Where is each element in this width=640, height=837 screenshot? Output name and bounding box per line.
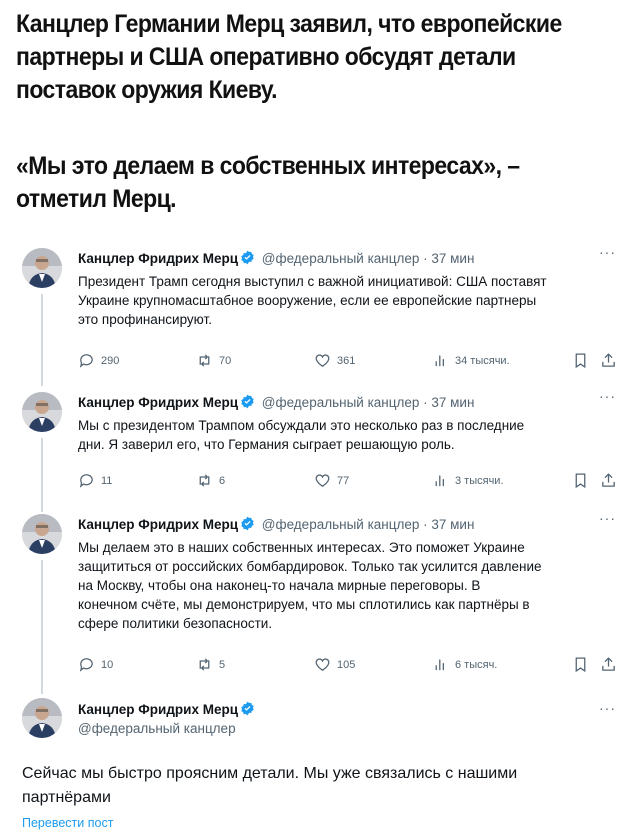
more-options-icon[interactable]: ··· [599,388,616,404]
like-button[interactable]: 77 [314,472,349,489]
headline-quote: «Мы это делаем в собственных интересах»,… [16,152,520,213]
share-icon [602,353,615,367]
retweet-button[interactable]: 70 [196,352,231,369]
verified-badge-icon [241,516,254,531]
retweet-button[interactable]: 5 [196,656,225,673]
avatar[interactable] [22,248,62,288]
bookmark-button[interactable] [572,656,589,673]
avatar[interactable] [22,392,62,432]
like-button[interactable]: 105 [314,656,355,673]
author-name[interactable]: Канцлер Фридрих Мерц [78,517,238,532]
tweet-meta: @федеральный канцлер · 37 мин [261,395,475,410]
retweet-count: 5 [219,658,226,671]
more-options-icon[interactable]: ··· [599,510,616,526]
author-name[interactable]: Канцлер Фридрих Мерц [78,251,238,266]
tweet-actions: 10 5 105 6 тысяч. [78,656,618,676]
bookmark-button[interactable] [572,472,589,489]
share-button[interactable] [600,472,617,489]
tweet-actions: 290 70 361 34 тысячи. [78,352,618,372]
author-name[interactable]: Канцлер Фридрих Мерц [78,702,238,717]
tweet-meta: @федеральный канцлер · 37 мин [261,251,475,266]
bookmark-icon [575,353,586,369]
thread-line [41,294,43,386]
views-button[interactable]: 34 тысячи. [432,352,510,369]
heart-icon [315,658,330,671]
main-tweet[interactable]: Канцлер Фридрих Мерц @федеральный канцле… [22,698,622,833]
retweet-icon [199,354,210,367]
avatar[interactable] [22,698,62,738]
reply-button[interactable]: 10 [78,656,113,673]
translate-post-link[interactable]: Перевести пост [22,816,113,830]
reply-button[interactable]: 11 [78,472,112,489]
tweet-text: Президент Трамп сегодня выступил с важно… [78,274,547,327]
views-chart-icon [435,475,444,487]
retweet-count: 70 [219,354,232,367]
retweet-icon [199,658,210,671]
reply-count: 11 [101,474,113,487]
reply-count: 10 [101,658,114,671]
tweet-text: Сейчас мы быстро проясним детали. Мы уже… [22,765,518,806]
avatar[interactable] [22,514,62,554]
reply-icon [79,354,93,368]
reply-count: 290 [101,354,120,367]
reply-icon [79,474,93,488]
share-button[interactable] [600,656,617,673]
retweet-icon [199,474,210,487]
reply-icon [79,658,93,672]
like-count: 361 [337,354,356,367]
tweet-text: Мы с президентом Трампом обсуждали это н… [78,418,525,452]
bookmark-icon [575,657,586,673]
tweet-2[interactable]: Канцлер Фридрих Мерц @федеральный канцле… [22,388,622,512]
views-count: 3 тысячи. [455,474,504,487]
heart-icon [315,474,330,487]
views-chart-icon [435,355,444,367]
author-handle[interactable]: @федеральный канцлер [78,721,236,736]
verified-badge-icon [241,701,254,716]
views-button[interactable]: 6 тысяч. [432,656,497,673]
tweet-1[interactable]: Канцлер Фридрих Мерц @федеральный канцле… [22,244,622,386]
tweet-text: Мы делаем это в наших собственных интере… [78,540,542,631]
share-button[interactable] [600,352,617,369]
like-count: 77 [337,474,350,487]
like-button[interactable]: 361 [314,352,355,369]
heart-icon [315,354,330,367]
views-count: 6 тысяч. [455,658,498,671]
more-options-icon[interactable]: ··· [599,244,616,260]
tweet-meta: @федеральный канцлер · 37 мин [261,517,475,532]
bookmark-button[interactable] [572,352,589,369]
thread-line [41,560,43,694]
tweet-actions: 11 6 77 3 тысячи. [78,472,618,492]
verified-badge-icon [241,250,254,265]
views-count: 34 тысячи. [455,354,510,367]
views-button[interactable]: 3 тысячи. [432,472,504,489]
share-icon [602,473,615,487]
headline-main: Канцлер Германии Мерц заявил, что европе… [16,10,562,104]
reply-button[interactable]: 290 [78,352,119,369]
retweet-count: 6 [219,474,226,487]
tweet-3[interactable]: Канцлер Фридрих Мерц @федеральный канцле… [22,510,622,694]
bookmark-icon [575,473,586,489]
retweet-button[interactable]: 6 [196,472,225,489]
thread-line [41,438,43,512]
share-icon [602,657,615,671]
views-chart-icon [435,659,444,671]
like-count: 105 [337,658,356,671]
verified-badge-icon [241,394,254,409]
author-name[interactable]: Канцлер Фридрих Мерц [78,395,238,410]
more-options-icon[interactable]: ··· [599,700,616,716]
